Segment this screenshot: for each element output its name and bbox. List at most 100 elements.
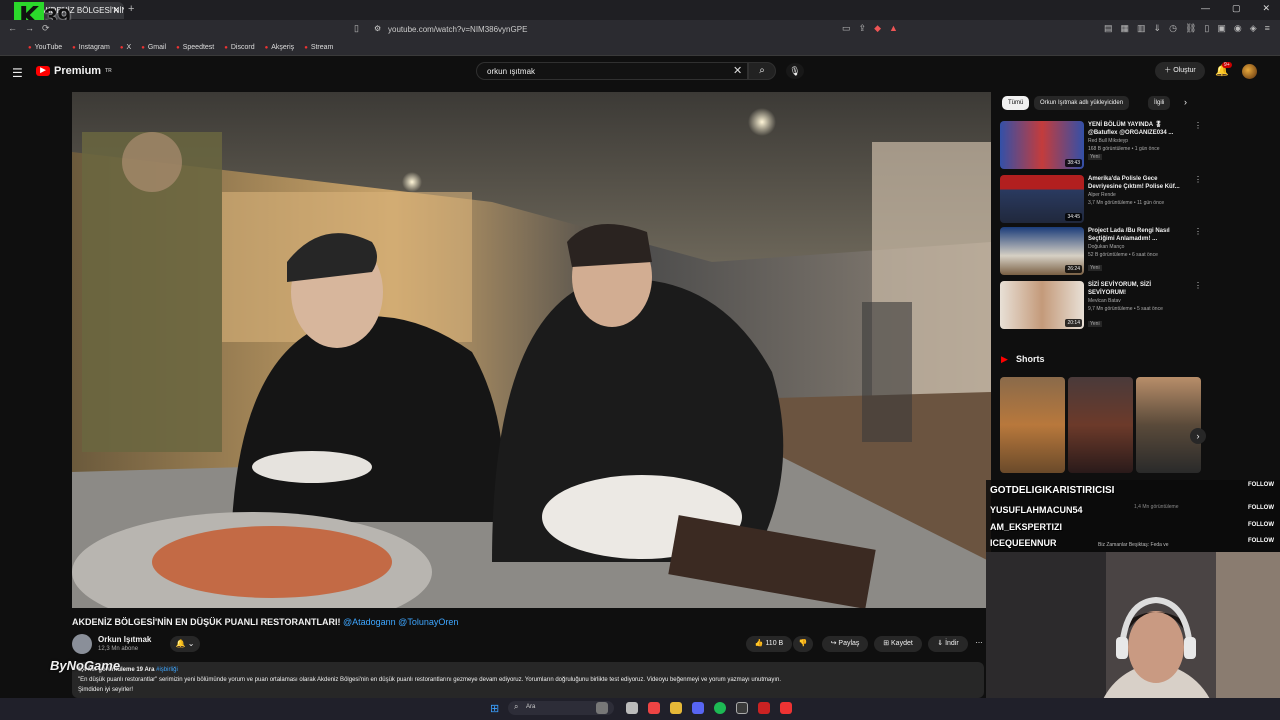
short-thumbnail[interactable] xyxy=(1068,377,1133,473)
sidebar-toggle-icon[interactable]: ▯ xyxy=(1204,23,1209,34)
recommended-video[interactable]: 34:45 Amerika'da Polisle Gece Devriyesin… xyxy=(1000,175,1202,225)
channel-name[interactable]: Orkun Işıtmak xyxy=(98,635,151,644)
rec-channel[interactable]: Doğukan Manço xyxy=(1088,244,1124,250)
video-thumbnail[interactable]: 20:14 xyxy=(1000,281,1084,329)
bookmark-akseris[interactable]: Akşeriş xyxy=(265,44,294,51)
profile-icon[interactable]: ◉ xyxy=(1234,23,1242,34)
browser-tabstrip xyxy=(0,0,1280,20)
chevron-right-icon[interactable]: › xyxy=(1190,428,1206,444)
video-player[interactable] xyxy=(72,92,991,608)
download-button[interactable]: ⇓ İndir xyxy=(928,636,968,652)
rewards-icon[interactable]: ▲ xyxy=(889,23,898,34)
reload-icon[interactable]: ⟳ xyxy=(42,23,50,34)
obs-icon[interactable] xyxy=(736,702,748,714)
more-options-icon[interactable]: ⋮ xyxy=(1194,121,1202,130)
rec-title[interactable]: SİZİ SEVİYORUM, SİZİ SEVİYORUM! xyxy=(1088,281,1188,297)
shield-icon[interactable]: ◆ xyxy=(874,23,881,34)
rec-title[interactable]: YENİ BÖLÜM YAYINDA 🎖 @Batuflex @ORGANIZE… xyxy=(1088,121,1188,137)
rec-channel[interactable]: Mevlcan Batav xyxy=(1088,298,1121,304)
task-view-icon[interactable] xyxy=(626,702,638,714)
short-thumbnail[interactable] xyxy=(1000,377,1065,473)
history-icon[interactable]: ◷ xyxy=(1169,23,1177,34)
bookmark-youtube[interactable]: YouTube xyxy=(28,44,63,51)
download-icon[interactable]: ⇓ xyxy=(1154,23,1162,34)
widgets-icon[interactable] xyxy=(596,702,608,714)
maximize-icon[interactable]: ▢ xyxy=(1232,3,1241,14)
share-button[interactable]: ↪ Paylaş xyxy=(822,636,868,652)
voice-search-icon[interactable]: 🎙 xyxy=(786,63,804,79)
more-options-icon[interactable]: ⋮ xyxy=(1194,281,1202,290)
forward-icon[interactable]: → xyxy=(25,23,34,34)
recommended-video[interactable]: 38:43 YENİ BÖLÜM YAYINDA 🎖 @Batuflex @OR… xyxy=(1000,121,1202,171)
clear-search-icon[interactable]: ✕ xyxy=(733,64,742,77)
rec-title[interactable]: Amerika'da Polisle Gece Devriyesine Çıkt… xyxy=(1088,175,1188,191)
brave-browser-icon[interactable] xyxy=(648,702,660,714)
more-options-icon[interactable]: ⋮ xyxy=(1194,175,1202,184)
back-icon[interactable]: ← xyxy=(8,23,17,34)
video-title-mentions[interactable]: @Atadogann @TolunayOren xyxy=(343,617,458,627)
shorts-icon: ▶ xyxy=(1001,354,1008,364)
bookmark-instagram[interactable]: Instagram xyxy=(72,44,110,51)
link-icon[interactable]: ⛓ xyxy=(1185,23,1196,34)
new-tab-icon[interactable]: + xyxy=(128,3,134,15)
recommended-video[interactable]: 20:14 SİZİ SEVİYORUM, SİZİ SEVİYORUM! Me… xyxy=(1000,281,1202,331)
channel-avatar[interactable] xyxy=(72,634,92,654)
rec-channel[interactable]: Alper Rende xyxy=(1088,192,1116,198)
site-info-icon[interactable]: ⚙ xyxy=(374,24,381,33)
windows-start-icon[interactable]: ⊞ xyxy=(490,702,499,715)
share-page-icon[interactable]: ⇪ xyxy=(859,23,867,34)
bookmark-speedtest[interactable]: Speedtest xyxy=(176,44,215,51)
url-field[interactable]: ⚙ youtube.com/watch?v=NIM386vynGPE xyxy=(372,22,912,37)
duration-badge: 38:43 xyxy=(1065,159,1082,167)
file-explorer-icon[interactable] xyxy=(670,702,682,714)
discord-icon[interactable] xyxy=(692,702,704,714)
bookmark-gmail[interactable]: Gmail xyxy=(141,44,166,51)
video-thumbnail[interactable]: 34:45 xyxy=(1000,175,1084,223)
hashtag[interactable]: #işbirliği xyxy=(156,667,178,673)
more-actions-icon[interactable]: ⋯ xyxy=(972,636,986,652)
delete-icon[interactable]: ▥ xyxy=(1137,23,1146,34)
chip-from-uploader[interactable]: Orkun Işıtmak adlı yükleyiciden xyxy=(1034,96,1130,110)
rec-views: 52 B görüntüleme • 6 saat önce xyxy=(1088,252,1158,258)
search-button[interactable]: ⌕ xyxy=(748,62,776,80)
minimize-icon[interactable]: — xyxy=(1201,3,1210,14)
more-options-icon[interactable]: ⋮ xyxy=(1194,227,1202,236)
wallet-icon[interactable]: ▣ xyxy=(1217,23,1226,34)
app-icon[interactable] xyxy=(780,702,792,714)
bookmark-stream[interactable]: Stream xyxy=(304,44,334,51)
rec-channel[interactable]: Red Bull Miksteyp xyxy=(1088,138,1128,144)
chevron-down-icon: ⌄ xyxy=(187,639,195,648)
like-button[interactable]: 👍 110 B xyxy=(746,636,792,652)
chip-all[interactable]: Tümü xyxy=(1002,96,1030,110)
vpn-icon[interactable]: ◈ xyxy=(1250,23,1257,34)
recommended-video[interactable]: 26:24 Project Lada /Bu Rengi Nasıl Seçti… xyxy=(1000,227,1202,277)
subscription-bell-button[interactable]: 🔔 ⌄ xyxy=(170,636,200,652)
collections-icon[interactable]: ▦ xyxy=(1121,23,1130,34)
hamburger-menu-icon[interactable]: ☰ xyxy=(12,66,23,80)
rec-title[interactable]: Project Lada /Bu Rengi Nasıl Seçtiğimi A… xyxy=(1088,227,1188,243)
search-input[interactable]: orkun ışıtmak xyxy=(476,62,748,80)
reader-icon[interactable]: ▤ xyxy=(1104,23,1113,34)
video-thumbnail[interactable]: 26:24 xyxy=(1000,227,1084,275)
short-thumbnail[interactable] xyxy=(1136,377,1201,473)
pip-icon[interactable]: ▭ xyxy=(842,23,851,34)
menu-icon[interactable]: ≡ xyxy=(1265,23,1270,34)
chevron-right-icon[interactable]: › xyxy=(1184,97,1187,107)
dislike-button[interactable]: 👎 xyxy=(793,636,813,652)
video-thumbnail[interactable]: 38:43 xyxy=(1000,121,1084,169)
bookmark-discord[interactable]: Discord xyxy=(224,44,255,51)
close-window-icon[interactable]: ✕ xyxy=(1262,3,1270,14)
youtube-logo[interactable]: ▶ Premium TR xyxy=(36,65,112,77)
save-button[interactable]: ⊞ Kaydet xyxy=(874,636,922,652)
user-avatar[interactable] xyxy=(1242,64,1257,79)
chip-related[interactable]: İlgili xyxy=(1148,96,1171,110)
app-icon[interactable] xyxy=(758,702,770,714)
create-button[interactable]: ＋ Oluştur xyxy=(1155,62,1205,80)
bookmark-star-icon[interactable]: ▯ xyxy=(354,23,359,34)
tab-close-icon[interactable]: ✕ xyxy=(112,5,120,16)
bookmark-x[interactable]: X xyxy=(120,44,132,51)
video-description[interactable]: 1,4 Mn görüntüleme 19 Ara #işbirliği "En… xyxy=(72,662,984,698)
spotify-icon[interactable] xyxy=(714,702,726,714)
video-title: AKDENİZ BÖLGESİ'NİN EN DÜŞÜK PUANLI REST… xyxy=(72,617,458,627)
new-badge: Yeni xyxy=(1088,154,1102,160)
